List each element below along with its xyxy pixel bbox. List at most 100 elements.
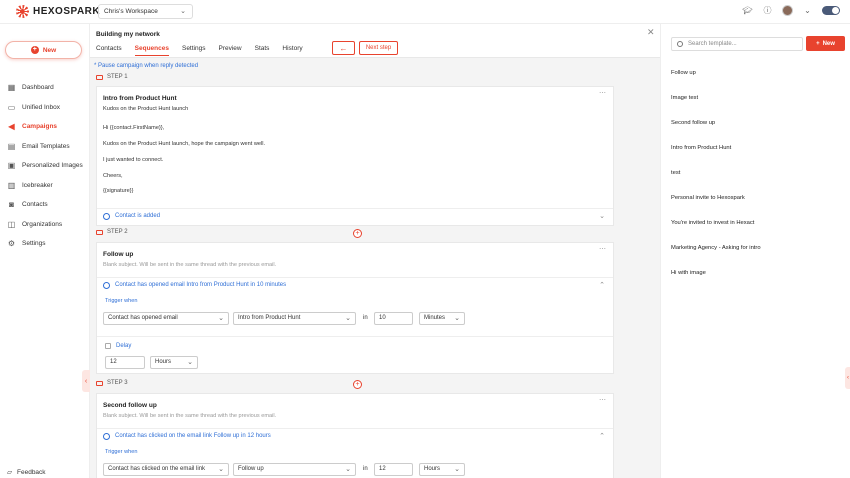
dashboard-icon: ▦ — [7, 83, 16, 93]
inbox-icon: ▭ — [7, 102, 16, 112]
tab-sequences[interactable]: Sequences — [134, 45, 169, 56]
trigger-email-select[interactable]: Follow up ⌄ — [233, 463, 356, 476]
workspace-name: Chris's Workspace — [104, 8, 158, 15]
step-2-title: STEP 2 — [107, 229, 128, 235]
trigger-amount-value: 12 — [379, 466, 386, 472]
step-3-card[interactable]: Second follow up ⋯ Blank subject. Will b… — [96, 393, 614, 478]
tab-stats[interactable]: Stats — [255, 45, 270, 56]
sidebar-item-label: Contacts — [22, 201, 48, 209]
workspace-selector[interactable]: Chris's Workspace ⌄ — [98, 4, 193, 19]
trigger-email-select[interactable]: Intro from Product Hunt ⌄ — [233, 312, 356, 325]
tab-history[interactable]: History — [282, 45, 302, 56]
top-actions: 🎓︎ ⓘ ⌄ — [742, 5, 840, 16]
sidebar-item-personalized-images[interactable]: ▣ Personalized Images — [0, 156, 90, 176]
chevron-up-icon[interactable]: ⌃ — [599, 432, 605, 440]
panel-collapse-handle[interactable]: ‹ — [845, 367, 850, 389]
hexospark-logo-icon — [16, 5, 29, 18]
trigger-unit-value: Minutes — [424, 315, 446, 321]
feedback-icon: ▱ — [7, 469, 12, 476]
step-1-card[interactable]: Intro from Product Hunt ⋯ Kudos on the P… — [96, 86, 614, 226]
step-3-condition[interactable]: Contact has clicked on the email link Fo… — [97, 428, 613, 443]
top-bar: HEXOSPARK Chris's Workspace ⌄ 🎓︎ ⓘ ⌄ — [0, 0, 850, 24]
sidebar-collapse-handle[interactable]: ‹ — [82, 370, 90, 392]
email-icon — [96, 380, 103, 386]
trigger-amount-input[interactable]: 10 — [374, 312, 413, 325]
clock-icon — [103, 212, 110, 220]
sidebar-item-settings[interactable]: ⚙ Settings — [0, 234, 90, 254]
list-item[interactable]: Hi with image — [671, 270, 761, 295]
sidebar-item-contacts[interactable]: ◙ Contacts — [0, 195, 90, 215]
delay-amount-input[interactable]: 12 — [105, 356, 145, 369]
trigger-unit-select[interactable]: Minutes ⌄ — [419, 312, 465, 325]
trigger-event-value: Contact has clicked on the email link — [108, 466, 206, 472]
template-icon: ▤ — [7, 141, 16, 151]
sidebar-item-organizations[interactable]: ◫ Organizations — [0, 215, 90, 235]
delay-checkbox[interactable] — [105, 343, 111, 349]
step-2-subject: Follow up — [103, 251, 134, 258]
chevron-down-icon: ⌄ — [345, 466, 351, 473]
feedback-link[interactable]: ▱ Feedback — [7, 468, 46, 477]
list-item[interactable]: Second follow up — [671, 120, 761, 145]
sidebar-item-unified-inbox[interactable]: ▭ Unified Inbox — [0, 98, 90, 118]
trigger-event-select[interactable]: Contact has opened email ⌄ — [103, 312, 229, 325]
list-item[interactable]: test — [671, 170, 761, 195]
pause-campaign-link[interactable]: * Pause campaign when reply detected — [94, 63, 198, 69]
clock-icon — [103, 432, 110, 440]
more-icon[interactable]: ⋯ — [599, 245, 606, 253]
tab-contacts[interactable]: Contacts — [96, 45, 122, 56]
sidebar-nav: ▦ Dashboard ▭ Unified Inbox ◀ Campaigns … — [0, 78, 90, 254]
add-step-icon[interactable]: + — [353, 380, 362, 389]
sidebar-item-dashboard[interactable]: ▦ Dashboard — [0, 78, 90, 98]
list-item[interactable]: Follow up — [671, 70, 761, 95]
sidebar-item-campaigns[interactable]: ◀ Campaigns — [0, 117, 90, 137]
chevron-down-icon: ⌄ — [454, 315, 460, 322]
template-search-input[interactable]: Search template... — [671, 37, 803, 51]
more-icon[interactable]: ⋯ — [599, 89, 606, 97]
theme-toggle[interactable] — [822, 6, 840, 15]
chevron-down-icon[interactable]: ⌄ — [802, 5, 813, 16]
delay-toggle[interactable]: Delay — [105, 343, 131, 349]
close-icon[interactable]: ✕ — [647, 27, 655, 38]
clock-icon — [103, 281, 110, 289]
sidebar-item-email-templates[interactable]: ▤ Email Templates — [0, 137, 90, 157]
trigger-email-value: Follow up — [238, 466, 264, 472]
back-button[interactable]: ← — [332, 41, 355, 55]
step-2-card[interactable]: Follow up ⋯ Blank subject. Will be sent … — [96, 242, 614, 374]
help-icon[interactable]: ⓘ — [762, 5, 773, 16]
chevron-down-icon: ⌄ — [454, 466, 460, 473]
trigger-amount-input[interactable]: 12 — [374, 463, 413, 476]
megaphone-icon: ◀ — [8, 122, 15, 132]
email-body-line: Kudos on the Product Hunt launch, hope t… — [103, 141, 266, 147]
trigger-event-select[interactable]: Contact has clicked on the email link ⌄ — [103, 463, 229, 476]
step-2-label: STEP 2 — [96, 229, 128, 235]
step-2-condition[interactable]: Contact has opened email Intro from Prod… — [97, 277, 613, 292]
list-item[interactable]: Marketing Agency - Asking for intro — [671, 245, 761, 270]
list-item[interactable]: Personal invite to Hexospark — [671, 195, 761, 220]
trigger-email-value: Intro from Product Hunt — [238, 315, 301, 321]
step-1-subject: Intro from Product Hunt — [103, 95, 177, 102]
sidebar-item-icebreaker[interactable]: ▥ Icebreaker — [0, 176, 90, 196]
logo[interactable]: HEXOSPARK — [16, 5, 100, 18]
add-step-icon[interactable]: + — [353, 229, 362, 238]
trigger-unit-select[interactable]: Hours ⌄ — [419, 463, 465, 476]
tab-preview[interactable]: Preview — [218, 45, 241, 56]
new-template-button[interactable]: + New — [806, 36, 845, 51]
page-title: Building my network — [96, 31, 160, 38]
chevron-up-icon[interactable]: ⌃ — [599, 281, 605, 289]
new-template-label: New — [822, 40, 835, 47]
delay-unit-select[interactable]: Hours ⌄ — [150, 356, 198, 369]
more-icon[interactable]: ⋯ — [599, 396, 606, 404]
step-3-subject: Second follow up — [103, 402, 157, 409]
next-step-button[interactable]: Next step — [359, 41, 398, 55]
chevron-down-icon[interactable]: ⌄ — [599, 212, 605, 220]
sidebar-item-label: Dashboard — [22, 84, 54, 92]
avatar[interactable] — [782, 5, 793, 16]
list-item[interactable]: Intro from Product Hunt — [671, 145, 761, 170]
list-item[interactable]: Image test — [671, 95, 761, 120]
step-1-condition[interactable]: Contact is added ⌄ — [97, 208, 613, 223]
list-item[interactable]: You're invited to invest in Hexact — [671, 220, 761, 245]
trigger-unit-value: Hours — [424, 466, 441, 472]
new-button[interactable]: + New — [5, 41, 82, 59]
graduation-cap-icon[interactable]: 🎓︎ — [742, 5, 753, 16]
tab-settings[interactable]: Settings — [182, 45, 206, 56]
